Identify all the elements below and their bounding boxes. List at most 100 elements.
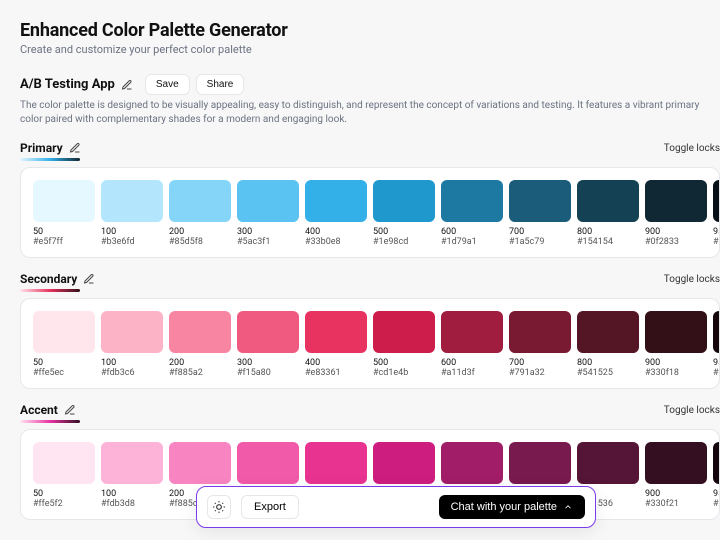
swatch-chip <box>373 180 435 222</box>
pencil-icon[interactable] <box>121 79 133 91</box>
swatch[interactable]: 900#0f2833 <box>645 180 707 247</box>
swatch[interactable]: 900#330f18 <box>645 311 707 378</box>
swatch[interactable]: 100#fdb3d8 <box>101 442 163 509</box>
share-button[interactable]: Share <box>196 74 245 95</box>
swatch[interactable]: 50#ffe5ec <box>33 311 95 378</box>
swatch[interactable]: 800#541525 <box>577 311 639 378</box>
swatch-chip <box>305 180 367 222</box>
swatch-label: 50 <box>33 489 95 499</box>
swatch-chip <box>169 442 231 484</box>
swatch[interactable]: 400#33b0e8 <box>305 180 367 247</box>
swatch[interactable]: 50#ffe5f2 <box>33 442 95 509</box>
swatch[interactable]: 300#5ac3f1 <box>237 180 299 247</box>
swatch-chip <box>101 180 163 222</box>
save-button[interactable]: Save <box>145 74 190 95</box>
swatch-label: 500 <box>373 358 435 368</box>
swatch-hex: #061017 <box>713 237 720 247</box>
bottom-bar: Export Chat with your palette <box>196 486 596 528</box>
theme-toggle-button[interactable] <box>207 495 231 519</box>
swatch-chip <box>33 442 95 484</box>
swatch-hex: #fdb3d8 <box>101 499 163 509</box>
chat-button[interactable]: Chat with your palette <box>439 495 585 519</box>
group-title: Secondary <box>20 272 77 286</box>
page-header: Enhanced Color Palette Generator Create … <box>20 20 720 56</box>
swatch-chip <box>713 180 720 222</box>
swatch-chip <box>33 311 95 353</box>
swatch[interactable]: 950#14060a <box>713 311 720 378</box>
swatch[interactable]: 900#330f21 <box>645 442 707 509</box>
swatch-hex: #5ac3f1 <box>237 237 299 247</box>
page-subtitle: Create and customize your perfect color … <box>20 43 720 56</box>
swatch-hex: #0f2833 <box>645 237 707 247</box>
pencil-icon[interactable] <box>64 404 76 416</box>
swatch[interactable]: 200#85d5f8 <box>169 180 231 247</box>
swatch-chip <box>645 442 707 484</box>
swatch-hex: #14060d <box>713 499 720 509</box>
swatch-chip <box>101 311 163 353</box>
swatch-hex: #f15a80 <box>237 368 299 378</box>
swatch-label: 700 <box>509 358 571 368</box>
swatch-chip <box>509 311 571 353</box>
swatch-hex: #791a32 <box>509 368 571 378</box>
swatch[interactable]: 700#791a32 <box>509 311 571 378</box>
swatch-label: 100 <box>101 358 163 368</box>
toggle-locks-button[interactable]: Toggle locks <box>664 274 720 285</box>
swatch-card: 50#ffe5ec100#fdb3c6200#f885a2300#f15a804… <box>20 298 720 389</box>
swatch-chip <box>237 180 299 222</box>
pencil-icon[interactable] <box>69 142 81 154</box>
swatch[interactable]: 800#154154 <box>577 180 639 247</box>
swatch[interactable]: 950#061017 <box>713 180 720 247</box>
swatch-chip <box>305 442 367 484</box>
swatch-label: 400 <box>305 227 367 237</box>
swatch-label: 50 <box>33 227 95 237</box>
swatch-label: 200 <box>169 227 231 237</box>
swatch[interactable]: 950#14060d <box>713 442 720 509</box>
swatch-chip <box>305 311 367 353</box>
swatch-chip <box>101 442 163 484</box>
swatch-chip <box>509 180 571 222</box>
swatch-hex: #1e98cd <box>373 237 435 247</box>
swatch[interactable]: 100#fdb3c6 <box>101 311 163 378</box>
swatch-label: 500 <box>373 227 435 237</box>
swatch-chip <box>373 442 435 484</box>
swatch-chip <box>577 180 639 222</box>
app-title: A/B Testing App <box>20 77 115 92</box>
swatch-hex: #154154 <box>577 237 639 247</box>
swatch[interactable]: 200#f885a2 <box>169 311 231 378</box>
group-title: Accent <box>20 403 58 417</box>
swatch-label: 200 <box>169 358 231 368</box>
toggle-locks-button[interactable]: Toggle locks <box>664 143 720 154</box>
export-button[interactable]: Export <box>241 495 299 519</box>
swatch[interactable]: 100#b3e6fd <box>101 180 163 247</box>
page-title: Enhanced Color Palette Generator <box>20 20 720 41</box>
swatch-chip <box>441 311 503 353</box>
swatch-hex: #85d5f8 <box>169 237 231 247</box>
swatch[interactable]: 500#1e98cd <box>373 180 435 247</box>
color-group: PrimaryToggle locks50#e5f7ff100#b3e6fd20… <box>20 141 720 258</box>
swatch-label: 800 <box>577 358 639 368</box>
swatch[interactable]: 400#e83361 <box>305 311 367 378</box>
swatch[interactable]: 600#a11d3f <box>441 311 503 378</box>
swatch-chip <box>237 442 299 484</box>
swatch-label: 300 <box>237 227 299 237</box>
swatch-chip <box>509 442 571 484</box>
swatch-chip <box>373 311 435 353</box>
swatch-chip <box>33 180 95 222</box>
group-gradient-bar <box>20 289 80 292</box>
swatch-label: 300 <box>237 358 299 368</box>
swatch[interactable]: 300#f15a80 <box>237 311 299 378</box>
swatch-hex: #fdb3c6 <box>101 368 163 378</box>
swatch[interactable]: 500#cd1e4b <box>373 311 435 378</box>
swatch-label: 100 <box>101 227 163 237</box>
swatch[interactable]: 600#1d79a1 <box>441 180 503 247</box>
swatch-card: 50#e5f7ff100#b3e6fd200#85d5f8300#5ac3f14… <box>20 167 720 258</box>
swatch-label: 50 <box>33 358 95 368</box>
swatch-chip <box>577 442 639 484</box>
chat-button-label: Chat with your palette <box>451 501 557 513</box>
swatch[interactable]: 700#1a5c79 <box>509 180 571 247</box>
swatch[interactable]: 50#e5f7ff <box>33 180 95 247</box>
swatch-hex: #330f21 <box>645 499 707 509</box>
toggle-locks-button[interactable]: Toggle locks <box>664 405 720 416</box>
color-group: SecondaryToggle locks50#ffe5ec100#fdb3c6… <box>20 272 720 389</box>
pencil-icon[interactable] <box>83 273 95 285</box>
